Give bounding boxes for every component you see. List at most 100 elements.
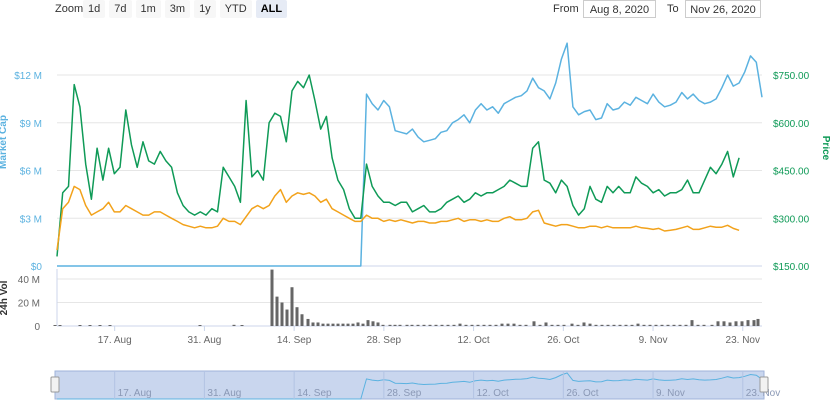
volume-bar	[316, 322, 320, 326]
volume-tick: 20 M	[18, 299, 40, 310]
range-navigator[interactable]: 17. Aug 31. Aug 14. Sep 28. Sep 12. Oct 26. O…	[50, 370, 780, 400]
volume-bar	[612, 324, 616, 326]
volume-bar	[728, 322, 732, 326]
volume-bar	[594, 324, 598, 326]
volume-bar	[716, 321, 720, 326]
volume-bar	[690, 320, 694, 326]
volume-bar	[240, 325, 244, 326]
volume-bar	[58, 325, 62, 326]
volume-bar	[544, 322, 548, 326]
volume-bar	[600, 324, 604, 326]
x-axis: 17. Aug 31. Aug 14. Sep 28. Sep 12. Oct 26. O…	[98, 326, 760, 346]
volume-bar	[336, 323, 340, 326]
volume-bar	[562, 324, 566, 326]
volume-bar	[346, 323, 350, 326]
volume-axis: 0 20 M 40 M	[18, 275, 41, 333]
volume-bar	[275, 296, 279, 326]
market-cap-tick: $9 M	[20, 119, 42, 130]
volume-bar	[570, 323, 574, 326]
volume-bar	[696, 324, 700, 326]
volume-bar	[434, 324, 438, 326]
price-axis-label: Price	[820, 136, 830, 161]
navigator-tick-label: 12. Oct	[477, 388, 509, 399]
volume-bar	[280, 302, 284, 326]
volume-tick: 0	[34, 322, 40, 333]
volume-bar	[582, 322, 586, 326]
volume-bar	[672, 324, 676, 326]
navigator-tick-label: 17. Aug	[118, 388, 152, 399]
price-tick: $150.00	[773, 262, 810, 273]
volume-bar	[98, 325, 102, 326]
volume-bar	[606, 324, 610, 326]
volume-bar	[470, 324, 474, 326]
volume-bar	[311, 322, 315, 326]
volume-bar	[630, 324, 634, 326]
navigator-left-handle[interactable]	[50, 376, 60, 393]
volume-bar	[524, 324, 528, 326]
volume-bar	[660, 324, 664, 326]
volume-bar	[746, 320, 750, 326]
volume-bar	[53, 325, 57, 326]
series-lines	[56, 42, 763, 267]
market-cap-axis: $0 $3 M $6 M $9 M $12 M	[14, 71, 42, 273]
volume-bar	[654, 324, 658, 326]
volume-bar	[666, 324, 670, 326]
volume-bar	[452, 324, 456, 326]
volume-bar	[88, 325, 92, 326]
volume-bar	[351, 323, 355, 326]
volume-bar	[734, 321, 738, 326]
volume-bar	[476, 324, 480, 326]
volume-bars	[53, 269, 760, 326]
volume-bar	[232, 324, 236, 326]
price-tick: $600.00	[773, 119, 810, 130]
market-cap-axis-label: Market Cap	[0, 115, 9, 169]
grid-lines	[56, 74, 762, 327]
volume-bar	[198, 325, 202, 326]
volume-bar	[648, 324, 652, 326]
x-tick-label: 23. Nov	[726, 335, 760, 346]
price-tick: $300.00	[773, 214, 810, 225]
volume-bar	[500, 323, 504, 326]
volume-bar	[722, 321, 726, 326]
volume-bar	[331, 323, 335, 326]
volume-bar	[356, 322, 360, 326]
volume-bar	[684, 324, 688, 326]
volume-bar	[290, 287, 294, 326]
navigator-tick-label: 26. Oct	[566, 388, 598, 399]
volume-bar	[488, 324, 492, 326]
volume-tick: 40 M	[18, 275, 40, 286]
volume-bar	[458, 323, 462, 326]
x-tick-label: 31. Aug	[187, 335, 221, 346]
volume-bar	[740, 321, 744, 326]
volume-bar	[366, 320, 370, 326]
x-tick-label: 17. Aug	[98, 335, 132, 346]
navigator-tick-label: 28. Sep	[387, 388, 422, 399]
volume-bar	[512, 323, 516, 326]
volume-bar	[398, 324, 402, 326]
volume-bar	[642, 324, 646, 326]
volume-bar	[108, 325, 112, 326]
price-axis: $150.00 $300.00 $450.00 $600.00 $750.00	[773, 71, 810, 273]
volume-bar	[710, 324, 714, 326]
volume-bar	[440, 324, 444, 326]
price-chart: $0 $3 M $6 M $9 M $12 M $150.00 $300.00 $450.0…	[0, 42, 830, 400]
volume-bar	[752, 320, 756, 326]
navigator-right-handle[interactable]	[759, 376, 769, 393]
volume-bar	[702, 324, 706, 326]
volume-bar	[756, 318, 760, 326]
price-tick: $750.00	[773, 71, 810, 82]
market-cap-tick: $0	[31, 262, 43, 273]
volume-bar	[285, 309, 289, 326]
volume-bar	[506, 323, 510, 326]
volume-bar	[270, 269, 274, 326]
market-cap-tick: $3 M	[20, 214, 42, 225]
volume-bar	[78, 325, 82, 326]
volume-bar	[464, 324, 468, 326]
x-tick-label: 9. Nov	[639, 335, 668, 346]
market-cap-tick: $12 M	[14, 71, 42, 82]
volume-bar	[321, 323, 325, 326]
volume-bar	[618, 324, 622, 326]
x-tick-label: 28. Sep	[367, 335, 402, 346]
navigator-tick-label: 9. Nov	[656, 388, 685, 399]
volume-bar	[376, 322, 380, 326]
